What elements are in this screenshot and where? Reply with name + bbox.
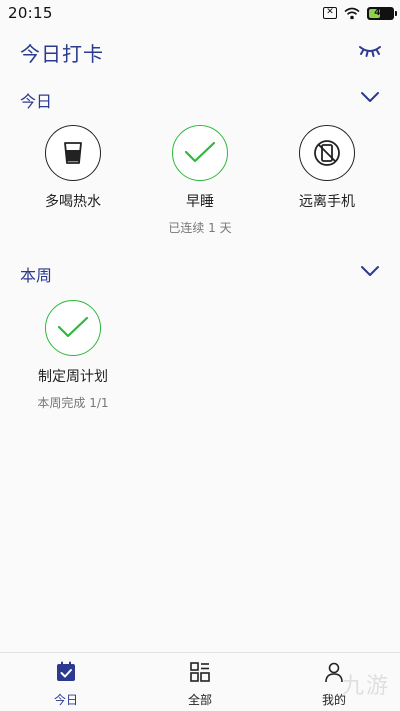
habit-weekly-plan[interactable]: 制定周计划 本周完成 1/1 bbox=[8, 300, 138, 411]
battery-icon: 49 bbox=[367, 6, 397, 20]
check-icon bbox=[57, 316, 89, 338]
section-today-header[interactable]: 今日 bbox=[0, 84, 400, 114]
battery-level: 49 bbox=[374, 8, 387, 18]
page-title: 今日打卡 bbox=[20, 42, 104, 66]
habit-streak: 已连续 1 天 bbox=[168, 221, 232, 235]
habit-label: 远离手机 bbox=[299, 194, 355, 210]
habit-label: 早睡 bbox=[186, 194, 214, 210]
section-title-today: 今日 bbox=[20, 92, 53, 111]
nav-label: 我的 bbox=[321, 693, 346, 707]
habit-circle[interactable] bbox=[45, 125, 101, 181]
header: 今日打卡 bbox=[0, 30, 400, 74]
nav-item-mine[interactable]: 我的 bbox=[294, 661, 374, 708]
bottom-nav: 今日 全部 我的 bbox=[0, 652, 400, 711]
nav-item-today[interactable]: 今日 bbox=[26, 661, 106, 708]
habit-away-from-phone[interactable]: 远离手机 bbox=[262, 125, 392, 211]
habit-sleep-early[interactable]: 早睡 已连续 1 天 bbox=[135, 125, 265, 236]
user-icon bbox=[325, 662, 343, 683]
nav-item-all[interactable]: 全部 bbox=[160, 661, 240, 708]
status-bar: 20:15 ✕ 49 bbox=[0, 0, 400, 26]
status-time: 20:15 bbox=[8, 4, 53, 22]
habit-drink-water[interactable]: 多喝热水 bbox=[8, 125, 138, 211]
habit-label: 制定周计划 bbox=[38, 369, 108, 385]
check-icon bbox=[184, 141, 216, 163]
nav-label: 今日 bbox=[53, 693, 78, 707]
section-week-header[interactable]: 本周 bbox=[0, 258, 400, 288]
habit-circle[interactable] bbox=[299, 125, 355, 181]
eye-closed-icon[interactable] bbox=[358, 42, 382, 60]
calendar-check-icon bbox=[57, 661, 75, 681]
cup-icon bbox=[64, 142, 82, 164]
no-phone-icon bbox=[314, 140, 340, 166]
close-box-icon: ✕ bbox=[323, 7, 337, 19]
grid-icon bbox=[190, 662, 210, 682]
screen: 20:15 ✕ 49 今日打卡 今日 多喝热水 早睡 已连续 1 天 远离手机 … bbox=[0, 0, 400, 711]
status-icons: ✕ 49 bbox=[323, 6, 397, 20]
section-title-week: 本周 bbox=[20, 266, 53, 285]
habit-label: 多喝热水 bbox=[45, 194, 101, 210]
chevron-down-icon[interactable] bbox=[360, 90, 380, 104]
nav-label: 全部 bbox=[187, 693, 212, 707]
habit-circle-done[interactable] bbox=[172, 125, 228, 181]
habit-circle-done[interactable] bbox=[45, 300, 101, 356]
wifi-icon bbox=[344, 7, 360, 19]
chevron-down-icon[interactable] bbox=[360, 264, 380, 278]
habit-progress: 本周完成 1/1 bbox=[37, 396, 109, 410]
